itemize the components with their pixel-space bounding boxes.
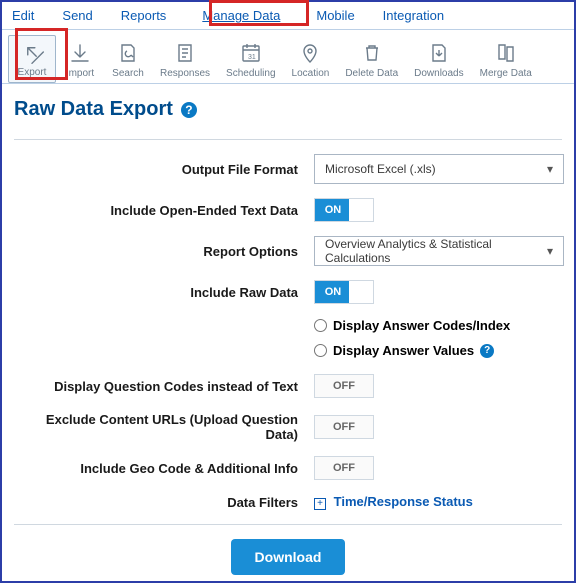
- toolbar-scheduling[interactable]: 31 Scheduling: [218, 37, 283, 83]
- radio-answer-values[interactable]: [314, 344, 327, 357]
- export-icon: [20, 40, 44, 64]
- import-icon: [68, 41, 92, 65]
- label-data-filters: Data Filters: [14, 495, 302, 510]
- toolbar-search[interactable]: Search: [104, 37, 152, 83]
- toolbar-export[interactable]: Export: [8, 35, 56, 83]
- download-icon: [427, 41, 451, 65]
- expand-icon[interactable]: +: [314, 498, 326, 510]
- label-q-codes: Display Question Codes instead of Text: [14, 379, 302, 394]
- tab-mobile[interactable]: Mobile: [316, 8, 354, 23]
- label-answer-codes: Display Answer Codes/Index: [333, 318, 510, 333]
- radio-answer-codes[interactable]: [314, 319, 327, 332]
- help-icon[interactable]: ?: [480, 344, 494, 358]
- toggle-open-ended[interactable]: ON: [314, 198, 374, 222]
- page-title: Raw Data Export ?: [14, 98, 562, 121]
- label-exclude-urls: Exclude Content URLs (Upload Question Da…: [14, 412, 302, 442]
- responses-icon: [173, 41, 197, 65]
- location-icon: [298, 41, 322, 65]
- tab-integration[interactable]: Integration: [383, 8, 444, 23]
- label-answer-values: Display Answer Values: [333, 343, 474, 358]
- toolbar: Export Import Search Responses 31 Schedu…: [2, 30, 574, 84]
- label-include-geo: Include Geo Code & Additional Info: [14, 461, 302, 476]
- toggle-include-geo[interactable]: OFF: [314, 456, 374, 480]
- toolbar-merge-data[interactable]: Merge Data: [472, 37, 540, 83]
- merge-icon: [494, 41, 518, 65]
- trash-icon: [360, 41, 384, 65]
- tab-manage-data[interactable]: Manage Data: [194, 6, 288, 25]
- label-open-ended: Include Open-Ended Text Data: [14, 203, 302, 218]
- filters-link[interactable]: Time/Response Status: [334, 494, 473, 509]
- top-nav: Edit Send Reports Manage Data Mobile Int…: [2, 2, 574, 30]
- toolbar-delete-data[interactable]: Delete Data: [337, 37, 406, 83]
- label-output-format: Output File Format: [14, 162, 302, 177]
- tab-edit[interactable]: Edit: [12, 8, 34, 23]
- toggle-include-raw[interactable]: ON: [314, 280, 374, 304]
- calendar-icon: 31: [239, 41, 263, 65]
- toggle-exclude-urls[interactable]: OFF: [314, 415, 374, 439]
- help-icon[interactable]: ?: [181, 102, 197, 118]
- toolbar-import[interactable]: Import: [56, 37, 104, 83]
- toolbar-responses[interactable]: Responses: [152, 37, 218, 83]
- toolbar-location[interactable]: Location: [284, 37, 338, 83]
- tab-reports[interactable]: Reports: [121, 8, 167, 23]
- svg-text:31: 31: [248, 54, 256, 61]
- toggle-q-codes[interactable]: OFF: [314, 374, 374, 398]
- report-options-select[interactable]: Overview Analytics & Statistical Calcula…: [314, 236, 564, 266]
- label-report-options: Report Options: [14, 244, 302, 259]
- label-include-raw: Include Raw Data: [14, 285, 302, 300]
- toolbar-downloads[interactable]: Downloads: [406, 37, 471, 83]
- search-icon: [116, 41, 140, 65]
- output-format-select[interactable]: Microsoft Excel (.xls): [314, 154, 564, 184]
- tab-send[interactable]: Send: [62, 8, 92, 23]
- download-button[interactable]: Download: [231, 539, 346, 575]
